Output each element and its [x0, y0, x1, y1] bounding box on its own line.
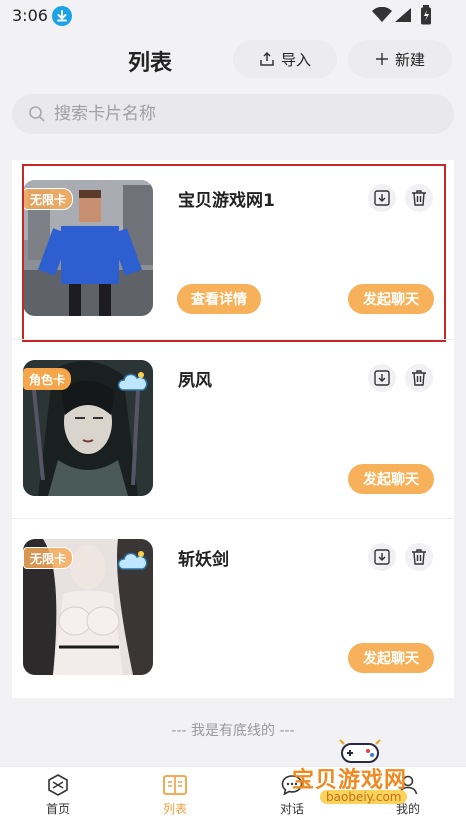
tab-list[interactable]: 列表: [135, 773, 215, 817]
download-icon: [374, 370, 390, 386]
card-title: 夙风: [178, 371, 212, 391]
tab-chat-label: 对话: [279, 802, 304, 816]
page-title: 列表: [127, 51, 172, 76]
card-badge: 无限卡: [23, 188, 74, 210]
list-item[interactable]: 角色卡 夙风 发起聊天: [12, 339, 454, 518]
plus-icon: [375, 53, 388, 65]
card-thumbnail[interactable]: 无限卡: [23, 539, 153, 675]
status-bar: 3:06: [0, 0, 466, 32]
cloud-icon: [117, 551, 148, 570]
import-button[interactable]: 导入: [233, 40, 337, 78]
home-icon: [48, 774, 68, 796]
card-badge: 无限卡: [23, 547, 74, 569]
delete-button[interactable]: [405, 364, 433, 392]
tab-home[interactable]: 首页: [18, 773, 98, 817]
list-item[interactable]: 无限卡 宝贝游戏网1 查看详情 发起聊天: [12, 160, 454, 342]
cloud-icon: [117, 372, 148, 391]
upload-icon: [260, 51, 274, 66]
list-icon: [163, 775, 187, 795]
card-title: 斩妖剑: [178, 550, 229, 570]
profile-icon: [398, 775, 418, 795]
tab-profile-label: 我的: [395, 802, 420, 816]
card-title: 宝贝游戏网1: [178, 191, 275, 211]
download-notification-icon: [52, 6, 72, 26]
tab-profile[interactable]: 我的: [368, 773, 448, 817]
card-badge: 角色卡: [23, 368, 72, 390]
status-time: 3:06: [12, 6, 48, 25]
download-icon: [374, 190, 390, 206]
card-thumbnail[interactable]: 无限卡: [23, 180, 153, 316]
download-button[interactable]: [368, 364, 396, 392]
new-button[interactable]: 新建: [348, 40, 452, 78]
start-chat-button[interactable]: 发起聊天: [348, 643, 434, 673]
search-input[interactable]: [54, 104, 414, 124]
delete-button[interactable]: [405, 184, 433, 212]
end-of-list-note: --- 我是有底线的 ---: [171, 723, 295, 739]
download-icon: [374, 549, 390, 565]
bottom-tab-bar: 首页 列表 对话 我的: [0, 766, 466, 828]
download-button[interactable]: [368, 184, 396, 212]
card-thumbnail[interactable]: 角色卡: [23, 360, 153, 496]
import-button-label: 导入: [280, 50, 311, 69]
wifi-icon: [372, 7, 392, 22]
chat-bubble-icon: [281, 775, 303, 796]
start-chat-button[interactable]: 发起聊天: [348, 284, 434, 314]
tab-list-label: 列表: [162, 802, 187, 816]
new-button-label: 新建: [394, 50, 425, 69]
signal-icon: [395, 8, 411, 22]
trash-icon: [412, 370, 426, 386]
trash-icon: [412, 549, 426, 565]
start-chat-button[interactable]: 发起聊天: [348, 464, 434, 494]
card-list: 无限卡 宝贝游戏网1 查看详情 发起聊天 角色卡 夙风 发起聊天 无限卡 斩妖剑…: [12, 160, 454, 698]
trash-icon: [412, 190, 426, 206]
gamepad-icon: [339, 739, 381, 763]
download-button[interactable]: [368, 543, 396, 571]
view-details-button[interactable]: 查看详情: [177, 284, 261, 314]
tab-chat[interactable]: 对话: [252, 773, 332, 817]
battery-icon: [421, 5, 431, 25]
tab-home-label: 首页: [45, 802, 70, 816]
search-icon: [29, 106, 45, 122]
list-item[interactable]: 无限卡 斩妖剑 发起聊天: [12, 518, 454, 697]
search-bar[interactable]: [12, 94, 454, 134]
delete-button[interactable]: [405, 543, 433, 571]
